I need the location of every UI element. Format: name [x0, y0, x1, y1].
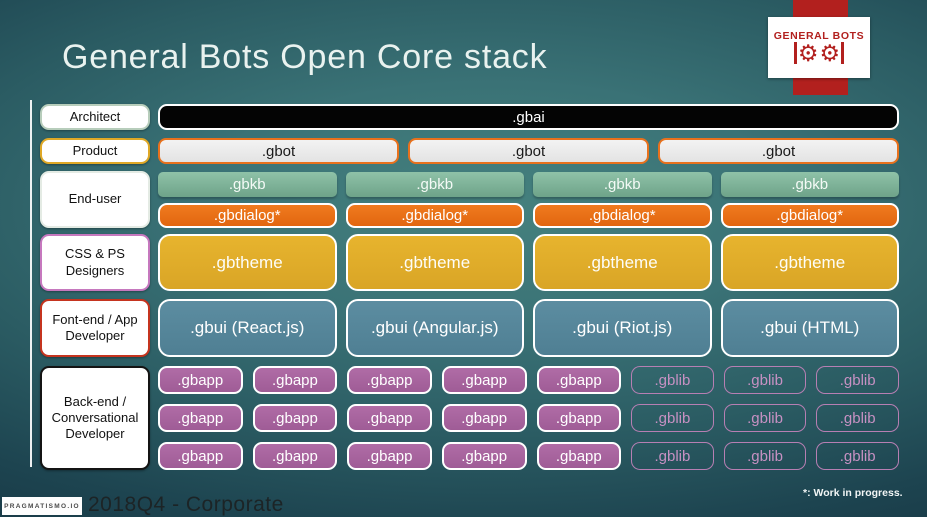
row-label-text: CSS & PS Designers — [65, 246, 125, 278]
row-gbot: .gbot .gbot .gbot — [158, 138, 899, 164]
gbot-box: .gbot — [658, 138, 899, 164]
slide: General Bots Open Core stack GENERAL BOT… — [0, 0, 927, 517]
gbapp-box: .gbapp — [536, 366, 622, 394]
gbapp-box: .gbapp — [347, 404, 432, 432]
gear-icon: ⚙ — [819, 40, 841, 66]
gear-icon: ⚙ — [797, 40, 819, 66]
row-gbtheme: .gbtheme .gbtheme .gbtheme .gbtheme — [158, 234, 899, 291]
gbkb-box: .gbkb — [345, 172, 524, 197]
gbkb-box: .gbkb — [158, 172, 337, 197]
gbdialog-box: .gbdialog* — [533, 203, 712, 228]
row-label-text: Architect — [69, 108, 121, 124]
gblib-box: .gblib — [723, 404, 807, 432]
gbdialog-box: .gbdialog* — [720, 203, 899, 228]
row-label-end-user: End-user — [40, 171, 150, 228]
gbapp-box: .gbapp — [441, 404, 527, 432]
gbtheme-box: .gbtheme — [720, 234, 899, 291]
gbdialog-box: .gbdialog* — [345, 203, 524, 228]
gbui-html-box: .gbui (HTML) — [720, 299, 899, 357]
row-gbkb: .gbkb .gbkb .gbkb .gbkb — [158, 172, 899, 197]
gblib-box: .gblib — [816, 442, 899, 470]
row-gbui: .gbui (React.js) .gbui (Angular.js) .gbu… — [158, 299, 899, 357]
row-label-architect: Architect — [40, 104, 150, 130]
gbapp-box: .gbapp — [158, 404, 243, 432]
general-bots-logo: GENERAL BOTS ⚙ ⚙ — [768, 17, 870, 78]
footer-caption: 2018Q4 - Corporate — [88, 493, 284, 516]
gbapp-box: .gbapp — [252, 404, 338, 432]
row-gbapp-1: .gbapp .gbapp .gbapp .gbapp .gbapp .gbli… — [158, 366, 899, 394]
gbtheme-box: .gbtheme — [533, 234, 712, 291]
gbapp-box: .gbapp — [347, 442, 432, 470]
gbkb-box: .gbkb — [720, 172, 899, 197]
row-label-product: Product — [40, 138, 150, 164]
gbai-box: .gbai — [158, 104, 899, 130]
gbui-react-box: .gbui (React.js) — [158, 299, 337, 357]
row-label-text: Back-end / Conversational Developer — [51, 393, 139, 442]
gbapp-box: .gbapp — [536, 442, 622, 470]
row-label-backend-conversational-developer: Back-end / Conversational Developer — [40, 366, 150, 470]
work-in-progress-footnote: *: Work in progress. — [803, 487, 903, 499]
gbapp-box: .gbapp — [252, 366, 338, 394]
gbapp-box: .gbapp — [536, 404, 622, 432]
gbot-box: .gbot — [158, 138, 399, 164]
row-label-text: End-user — [68, 191, 122, 207]
gblib-box: .gblib — [631, 366, 714, 394]
left-divider — [30, 100, 32, 467]
gbapp-box: .gbapp — [441, 442, 527, 470]
row-gbai: .gbai — [158, 104, 899, 130]
row-label-text: Font-end / App Developer — [52, 311, 138, 343]
gbapp-box: .gbapp — [252, 442, 338, 470]
pragmatismo-badge: PRAGMATISMO.IO — [2, 497, 82, 515]
gear-axle-right — [841, 42, 845, 64]
row-gbapp-2: .gbapp .gbapp .gbapp .gbapp .gbapp .gbli… — [158, 404, 899, 432]
gbui-riot-box: .gbui (Riot.js) — [533, 299, 712, 357]
row-gbdialog: .gbdialog* .gbdialog* .gbdialog* .gbdial… — [158, 203, 899, 228]
gbui-angular-box: .gbui (Angular.js) — [345, 299, 524, 357]
gbapp-box: .gbapp — [158, 366, 243, 394]
gblib-box: .gblib — [816, 366, 899, 394]
gbdialog-box: .gbdialog* — [158, 203, 337, 228]
gbot-box: .gbot — [408, 138, 649, 164]
gblib-box: .gblib — [723, 366, 807, 394]
row-gbapp-3: .gbapp .gbapp .gbapp .gbapp .gbapp .gbli… — [158, 442, 899, 470]
gbkb-box: .gbkb — [533, 172, 712, 197]
gbtheme-box: .gbtheme — [158, 234, 337, 291]
gblib-box: .gblib — [816, 404, 899, 432]
gbapp-box: .gbapp — [441, 366, 527, 394]
gbapp-box: .gbapp — [347, 366, 432, 394]
row-label-frontend-app-developer: Font-end / App Developer — [40, 299, 150, 357]
gear-axle-left — [793, 42, 797, 64]
page-title: General Bots Open Core stack — [62, 38, 548, 76]
gblib-box: .gblib — [631, 442, 714, 470]
gbapp-box: .gbapp — [158, 442, 243, 470]
gbtheme-box: .gbtheme — [345, 234, 524, 291]
gblib-box: .gblib — [723, 442, 807, 470]
row-label-text: Product — [72, 142, 118, 158]
row-label-css-ps-designers: CSS & PS Designers — [40, 234, 150, 291]
gblib-box: .gblib — [631, 404, 714, 432]
logo-gears: ⚙ ⚙ — [793, 40, 845, 66]
